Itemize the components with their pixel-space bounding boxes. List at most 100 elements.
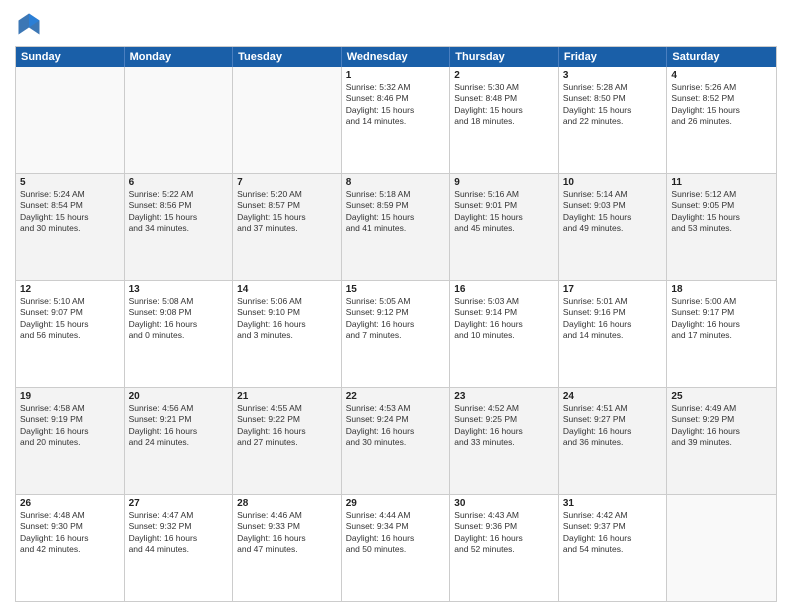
day-number: 11	[671, 177, 772, 188]
day-info: Sunrise: 4:42 AM Sunset: 9:37 PM Dayligh…	[563, 510, 663, 556]
cal-cell-4-5: 23Sunrise: 4:52 AM Sunset: 9:25 PM Dayli…	[450, 388, 559, 494]
day-number: 14	[237, 284, 337, 295]
day-number: 4	[671, 70, 772, 81]
cal-cell-2-7: 11Sunrise: 5:12 AM Sunset: 9:05 PM Dayli…	[667, 174, 776, 280]
day-number: 24	[563, 391, 663, 402]
cal-cell-2-5: 9Sunrise: 5:16 AM Sunset: 9:01 PM Daylig…	[450, 174, 559, 280]
day-number: 12	[20, 284, 120, 295]
logo-icon	[15, 10, 43, 38]
cal-cell-4-4: 22Sunrise: 4:53 AM Sunset: 9:24 PM Dayli…	[342, 388, 451, 494]
cal-cell-5-2: 27Sunrise: 4:47 AM Sunset: 9:32 PM Dayli…	[125, 495, 234, 601]
cal-cell-4-7: 25Sunrise: 4:49 AM Sunset: 9:29 PM Dayli…	[667, 388, 776, 494]
cal-week-2: 5Sunrise: 5:24 AM Sunset: 8:54 PM Daylig…	[16, 174, 776, 281]
logo	[15, 10, 47, 38]
day-number: 9	[454, 177, 554, 188]
day-number: 7	[237, 177, 337, 188]
day-number: 17	[563, 284, 663, 295]
cal-cell-5-1: 26Sunrise: 4:48 AM Sunset: 9:30 PM Dayli…	[16, 495, 125, 601]
day-number: 27	[129, 498, 229, 509]
day-info: Sunrise: 4:53 AM Sunset: 9:24 PM Dayligh…	[346, 403, 446, 449]
day-number: 22	[346, 391, 446, 402]
cal-cell-1-3	[233, 67, 342, 173]
day-info: Sunrise: 5:00 AM Sunset: 9:17 PM Dayligh…	[671, 296, 772, 342]
cal-header-thursday: Thursday	[450, 47, 559, 67]
day-number: 2	[454, 70, 554, 81]
cal-header-wednesday: Wednesday	[342, 47, 451, 67]
cal-week-1: 1Sunrise: 5:32 AM Sunset: 8:46 PM Daylig…	[16, 67, 776, 174]
cal-cell-4-6: 24Sunrise: 4:51 AM Sunset: 9:27 PM Dayli…	[559, 388, 668, 494]
cal-cell-1-4: 1Sunrise: 5:32 AM Sunset: 8:46 PM Daylig…	[342, 67, 451, 173]
day-number: 16	[454, 284, 554, 295]
day-number: 23	[454, 391, 554, 402]
cal-cell-5-4: 29Sunrise: 4:44 AM Sunset: 9:34 PM Dayli…	[342, 495, 451, 601]
day-number: 21	[237, 391, 337, 402]
day-info: Sunrise: 5:03 AM Sunset: 9:14 PM Dayligh…	[454, 296, 554, 342]
cal-cell-4-2: 20Sunrise: 4:56 AM Sunset: 9:21 PM Dayli…	[125, 388, 234, 494]
day-info: Sunrise: 4:43 AM Sunset: 9:36 PM Dayligh…	[454, 510, 554, 556]
cal-cell-1-6: 3Sunrise: 5:28 AM Sunset: 8:50 PM Daylig…	[559, 67, 668, 173]
day-info: Sunrise: 4:58 AM Sunset: 9:19 PM Dayligh…	[20, 403, 120, 449]
day-number: 29	[346, 498, 446, 509]
day-number: 30	[454, 498, 554, 509]
day-info: Sunrise: 5:12 AM Sunset: 9:05 PM Dayligh…	[671, 189, 772, 235]
cal-cell-3-6: 17Sunrise: 5:01 AM Sunset: 9:16 PM Dayli…	[559, 281, 668, 387]
day-info: Sunrise: 5:28 AM Sunset: 8:50 PM Dayligh…	[563, 82, 663, 128]
day-number: 28	[237, 498, 337, 509]
cal-cell-1-5: 2Sunrise: 5:30 AM Sunset: 8:48 PM Daylig…	[450, 67, 559, 173]
day-info: Sunrise: 4:55 AM Sunset: 9:22 PM Dayligh…	[237, 403, 337, 449]
cal-cell-2-6: 10Sunrise: 5:14 AM Sunset: 9:03 PM Dayli…	[559, 174, 668, 280]
day-info: Sunrise: 5:26 AM Sunset: 8:52 PM Dayligh…	[671, 82, 772, 128]
cal-cell-3-5: 16Sunrise: 5:03 AM Sunset: 9:14 PM Dayli…	[450, 281, 559, 387]
cal-cell-5-5: 30Sunrise: 4:43 AM Sunset: 9:36 PM Dayli…	[450, 495, 559, 601]
cal-cell-5-7	[667, 495, 776, 601]
day-number: 1	[346, 70, 446, 81]
day-info: Sunrise: 5:30 AM Sunset: 8:48 PM Dayligh…	[454, 82, 554, 128]
day-number: 15	[346, 284, 446, 295]
day-info: Sunrise: 5:14 AM Sunset: 9:03 PM Dayligh…	[563, 189, 663, 235]
cal-cell-2-1: 5Sunrise: 5:24 AM Sunset: 8:54 PM Daylig…	[16, 174, 125, 280]
day-info: Sunrise: 4:52 AM Sunset: 9:25 PM Dayligh…	[454, 403, 554, 449]
day-info: Sunrise: 5:10 AM Sunset: 9:07 PM Dayligh…	[20, 296, 120, 342]
cal-cell-4-3: 21Sunrise: 4:55 AM Sunset: 9:22 PM Dayli…	[233, 388, 342, 494]
day-info: Sunrise: 4:46 AM Sunset: 9:33 PM Dayligh…	[237, 510, 337, 556]
day-number: 18	[671, 284, 772, 295]
cal-week-3: 12Sunrise: 5:10 AM Sunset: 9:07 PM Dayli…	[16, 281, 776, 388]
header	[15, 10, 777, 38]
day-info: Sunrise: 4:49 AM Sunset: 9:29 PM Dayligh…	[671, 403, 772, 449]
cal-cell-2-2: 6Sunrise: 5:22 AM Sunset: 8:56 PM Daylig…	[125, 174, 234, 280]
day-info: Sunrise: 5:08 AM Sunset: 9:08 PM Dayligh…	[129, 296, 229, 342]
cal-cell-1-1	[16, 67, 125, 173]
day-number: 8	[346, 177, 446, 188]
cal-week-4: 19Sunrise: 4:58 AM Sunset: 9:19 PM Dayli…	[16, 388, 776, 495]
day-info: Sunrise: 5:20 AM Sunset: 8:57 PM Dayligh…	[237, 189, 337, 235]
cal-cell-1-2	[125, 67, 234, 173]
cal-week-5: 26Sunrise: 4:48 AM Sunset: 9:30 PM Dayli…	[16, 495, 776, 601]
cal-header-tuesday: Tuesday	[233, 47, 342, 67]
day-info: Sunrise: 4:48 AM Sunset: 9:30 PM Dayligh…	[20, 510, 120, 556]
cal-cell-1-7: 4Sunrise: 5:26 AM Sunset: 8:52 PM Daylig…	[667, 67, 776, 173]
cal-cell-2-4: 8Sunrise: 5:18 AM Sunset: 8:59 PM Daylig…	[342, 174, 451, 280]
day-info: Sunrise: 5:24 AM Sunset: 8:54 PM Dayligh…	[20, 189, 120, 235]
day-info: Sunrise: 5:32 AM Sunset: 8:46 PM Dayligh…	[346, 82, 446, 128]
day-number: 31	[563, 498, 663, 509]
cal-cell-3-3: 14Sunrise: 5:06 AM Sunset: 9:10 PM Dayli…	[233, 281, 342, 387]
day-info: Sunrise: 5:22 AM Sunset: 8:56 PM Dayligh…	[129, 189, 229, 235]
day-info: Sunrise: 4:47 AM Sunset: 9:32 PM Dayligh…	[129, 510, 229, 556]
day-number: 3	[563, 70, 663, 81]
day-number: 20	[129, 391, 229, 402]
cal-header-sunday: Sunday	[16, 47, 125, 67]
day-info: Sunrise: 5:18 AM Sunset: 8:59 PM Dayligh…	[346, 189, 446, 235]
day-info: Sunrise: 5:06 AM Sunset: 9:10 PM Dayligh…	[237, 296, 337, 342]
day-info: Sunrise: 5:01 AM Sunset: 9:16 PM Dayligh…	[563, 296, 663, 342]
day-number: 5	[20, 177, 120, 188]
day-number: 26	[20, 498, 120, 509]
cal-header-monday: Monday	[125, 47, 234, 67]
cal-cell-5-3: 28Sunrise: 4:46 AM Sunset: 9:33 PM Dayli…	[233, 495, 342, 601]
cal-cell-3-4: 15Sunrise: 5:05 AM Sunset: 9:12 PM Dayli…	[342, 281, 451, 387]
day-info: Sunrise: 4:51 AM Sunset: 9:27 PM Dayligh…	[563, 403, 663, 449]
cal-header-friday: Friday	[559, 47, 668, 67]
day-info: Sunrise: 4:56 AM Sunset: 9:21 PM Dayligh…	[129, 403, 229, 449]
cal-cell-3-2: 13Sunrise: 5:08 AM Sunset: 9:08 PM Dayli…	[125, 281, 234, 387]
cal-cell-4-1: 19Sunrise: 4:58 AM Sunset: 9:19 PM Dayli…	[16, 388, 125, 494]
day-info: Sunrise: 5:16 AM Sunset: 9:01 PM Dayligh…	[454, 189, 554, 235]
